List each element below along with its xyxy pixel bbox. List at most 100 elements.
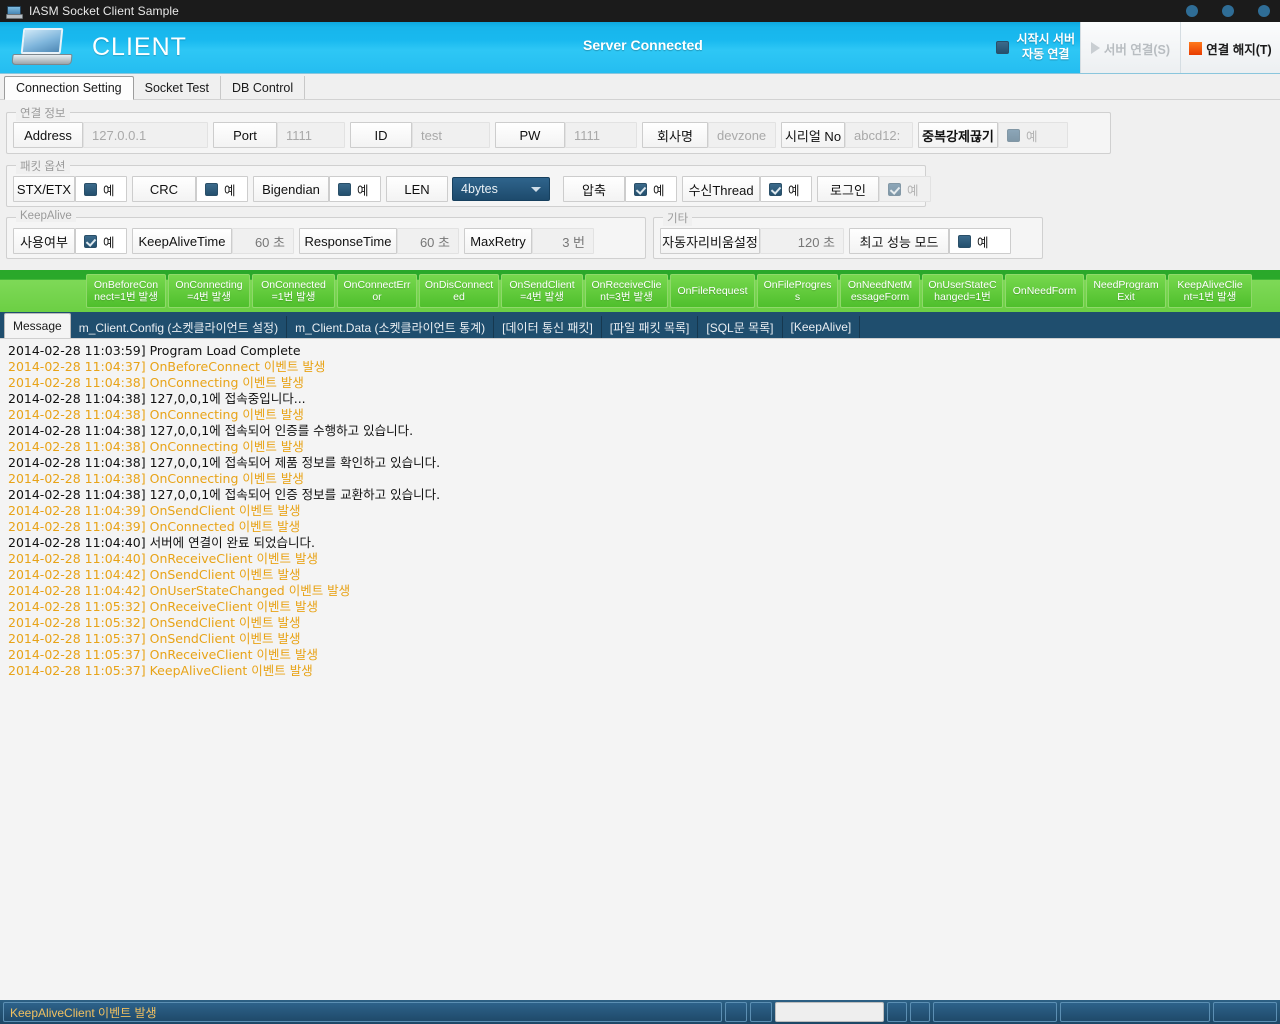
login-value: 예 [907, 183, 919, 198]
pw-label-button[interactable]: PW [495, 122, 565, 148]
stx-etx-checkbox-field[interactable]: 예 [75, 176, 127, 202]
main-tab-1[interactable]: Connection Setting [4, 76, 134, 100]
stx-etx-value: 예 [103, 183, 115, 198]
company-input[interactable]: devzone [708, 122, 776, 148]
port-label-button[interactable]: Port [213, 122, 277, 148]
login-label-button[interactable]: 로그인 [817, 176, 879, 202]
main-tab-3[interactable]: DB Control [221, 76, 306, 99]
event-button-13[interactable]: NeedProgram Exit [1086, 274, 1166, 308]
max-performance-checkbox[interactable] [958, 234, 971, 248]
event-button-9[interactable]: OnFileProgres s [757, 274, 838, 308]
bigendian-label-button[interactable]: Bigendian [253, 176, 329, 202]
event-button-1[interactable]: OnBeforeCon nect=1번 발생 [86, 274, 166, 308]
message-log-panel[interactable]: 2014-02-28 11:03:59] Program Load Comple… [0, 338, 1280, 1000]
inner-tab-6[interactable]: [SQL문 목록] [698, 316, 783, 338]
address-input[interactable]: 127.0.0.1 [83, 122, 208, 148]
event-button-12[interactable]: OnNeedForm [1005, 274, 1084, 308]
event-button-7[interactable]: OnReceiveClie nt=3번 발생 [585, 274, 668, 308]
event-bar-spacer [0, 270, 86, 312]
inner-tab-1[interactable]: Message [4, 313, 71, 338]
keepalive-use-checkbox-field[interactable]: 예 [75, 228, 127, 254]
window-titlebar: IASM Socket Client Sample [0, 0, 1280, 22]
inner-tab-3[interactable]: m_Client.Data (소켓클라이언트 통계) [287, 316, 495, 338]
serial-input[interactable]: abcd12: [845, 122, 913, 148]
len-size-select[interactable]: 4bytes [452, 177, 550, 201]
force-disconnect-checkbox[interactable] [1007, 128, 1020, 142]
log-line: 2014-02-28 11:04:39] OnConnected 이벤트 발생 [8, 519, 301, 534]
event-button-line1: OnConnectErr [343, 279, 411, 291]
event-button-line2: hanged=1번 [934, 291, 991, 303]
log-line: 2014-02-28 11:05:32] OnReceiveClient 이벤트… [8, 599, 318, 614]
login-checkbox-field[interactable]: 예 [879, 176, 931, 202]
bigendian-checkbox[interactable] [338, 182, 351, 196]
event-button-10[interactable]: OnNeedNetM essageForm [840, 274, 920, 308]
id-input[interactable]: test [412, 122, 490, 148]
stx-etx-checkbox[interactable] [84, 182, 97, 196]
serial-label-button[interactable]: 시리얼 No [781, 122, 845, 148]
event-button-4[interactable]: OnConnectErr or [337, 274, 417, 308]
recv-thread-checkbox[interactable] [769, 182, 782, 196]
keepalive-time-input[interactable]: 60 초 [232, 228, 294, 254]
inner-tab-5[interactable]: [파일 패킷 목록] [601, 316, 699, 338]
crc-label-button[interactable]: CRC [132, 176, 196, 202]
auto-away-input[interactable]: 120 초 [760, 228, 844, 254]
event-button-5[interactable]: OnDisConnect ed [419, 274, 499, 308]
pw-input[interactable]: 1111 [565, 122, 637, 148]
company-label-button[interactable]: 회사명 [642, 122, 708, 148]
recv-thread-label-button[interactable]: 수신Thread [682, 176, 760, 202]
login-checkbox[interactable] [888, 182, 901, 196]
server-disconnect-button[interactable]: 연결 해지(T) [1180, 22, 1280, 73]
maximize-icon[interactable] [1222, 5, 1234, 17]
max-retry-label-button[interactable]: MaxRetry [464, 228, 532, 254]
event-button-line1: NeedProgram [1093, 279, 1159, 291]
log-line: 2014-02-28 11:04:37] OnBeforeConnect 이벤트… [8, 359, 326, 374]
event-button-3[interactable]: OnConnected =1번 발생 [252, 274, 335, 308]
app-word-mark: CLIENT [92, 33, 187, 61]
compress-label-button[interactable]: 압축 [563, 176, 625, 202]
compress-checkbox-field[interactable]: 예 [625, 176, 677, 202]
event-button-11[interactable]: OnUserStateC hanged=1번 [922, 274, 1003, 308]
app-banner: CLIENT Server Connected 시작시 서버 자동 연결 서버 … [0, 22, 1280, 74]
max-retry-input[interactable]: 3 번 [532, 228, 594, 254]
response-time-label-button[interactable]: ResponseTime [299, 228, 397, 254]
len-size-value: 4bytes [461, 182, 498, 196]
id-label-button[interactable]: ID [350, 122, 412, 148]
auto-away-label-button[interactable]: 자동자리비움설정 [660, 228, 760, 254]
main-tab-2[interactable]: Socket Test [133, 76, 222, 99]
keepalive-use-checkbox[interactable] [84, 234, 97, 248]
event-button-2[interactable]: OnConnecting =4번 발생 [168, 274, 250, 308]
recv-thread-checkbox-field[interactable]: 예 [760, 176, 812, 202]
compress-checkbox[interactable] [634, 182, 647, 196]
port-input[interactable]: 1111 [277, 122, 345, 148]
event-button-line2: =4번 발생 [187, 291, 231, 303]
inner-tab-2[interactable]: m_Client.Config (소켓클라이언트 설정) [70, 316, 288, 338]
inner-tab-4[interactable]: [데이터 통신 패킷] [494, 316, 602, 338]
status-panel-3 [749, 1002, 772, 1022]
max-performance-checkbox-field[interactable]: 예 [949, 228, 1011, 254]
crc-checkbox-field[interactable]: 예 [196, 176, 248, 202]
inner-tab-7[interactable]: [KeepAlive] [782, 316, 861, 338]
close-icon[interactable] [1258, 5, 1270, 17]
event-button-line2: =4번 발생 [520, 291, 564, 303]
crc-checkbox[interactable] [205, 182, 218, 196]
server-connect-button[interactable]: 서버 연결(S) [1080, 22, 1180, 73]
event-button-14[interactable]: KeepAliveClie nt=1번 발생 [1168, 274, 1252, 308]
address-label-button[interactable]: Address [13, 122, 83, 148]
minimize-icon[interactable] [1186, 5, 1198, 17]
len-label-button[interactable]: LEN [386, 176, 448, 202]
max-performance-label-button[interactable]: 최고 성능 모드 [849, 228, 949, 254]
stx-etx-label-button[interactable]: STX/ETX [13, 176, 75, 202]
auto-connect-checkbox[interactable] [996, 40, 1010, 54]
compress-value: 예 [653, 183, 665, 198]
event-button-line1: OnFileProgres [763, 279, 832, 291]
force-disconnect-label-button[interactable]: 중복강제끊기 [918, 122, 998, 148]
status-message: KeepAliveClient 이벤트 발생 [3, 1002, 722, 1022]
auto-connect-option[interactable]: 시작시 서버 자동 연결 [996, 32, 1075, 62]
event-button-6[interactable]: OnSendClient =4번 발생 [501, 274, 583, 308]
keepalive-time-label-button[interactable]: KeepAliveTime [132, 228, 232, 254]
keepalive-use-label-button[interactable]: 사용여부 [13, 228, 75, 254]
force-disconnect-checkbox-field[interactable]: 예 [998, 122, 1068, 148]
response-time-input[interactable]: 60 초 [397, 228, 459, 254]
event-button-8[interactable]: OnFileRequest [670, 274, 755, 308]
bigendian-checkbox-field[interactable]: 예 [329, 176, 381, 202]
